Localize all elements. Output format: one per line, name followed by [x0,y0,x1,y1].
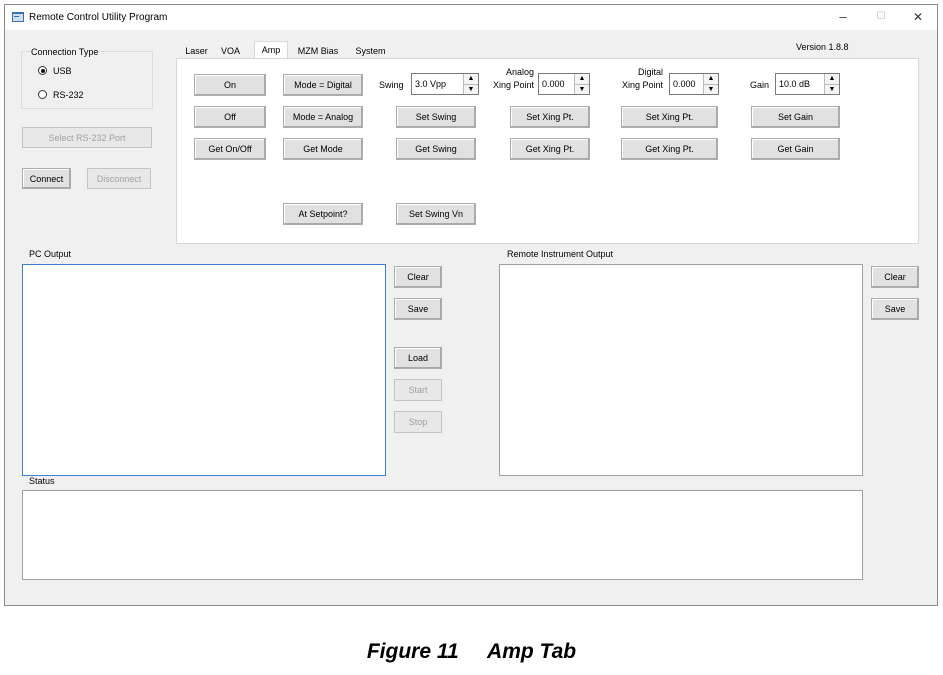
analog-set-xing-button[interactable]: Set Xing Pt. [510,106,590,128]
gain-value: 10.0 dB [779,79,811,89]
pc-clear-button[interactable]: Clear [394,266,442,288]
set-swing-vn-button[interactable]: Set Swing Vn [396,203,476,225]
analog-xing-point-label: Xing Point [493,80,535,90]
digital-label: Digital [638,67,664,77]
window-title: Remote Control Utility Program [29,12,168,23]
digital-xing-spinbox[interactable]: 0.000 ▲ ▼ [669,73,719,95]
spin-up-icon[interactable]: ▲ [575,74,589,85]
spin-down-icon[interactable]: ▼ [704,84,718,94]
analog-xing-value: 0.000 [542,79,565,89]
tab-laser[interactable]: Laser [180,43,213,59]
spin-up-icon[interactable]: ▲ [704,74,718,85]
set-gain-button[interactable]: Set Gain [751,106,840,128]
tab-voa[interactable]: VOA [216,43,245,59]
analog-get-xing-button[interactable]: Get Xing Pt. [510,138,590,160]
mode-analog-button[interactable]: Mode = Analog [283,106,363,128]
figure-caption: Figure 11 Amp Tab [366,640,577,663]
status-textarea [22,490,863,580]
minimize-button[interactable]: – [829,8,857,26]
digital-xing-point-label: Xing Point [622,80,664,90]
disconnect-button[interactable]: Disconnect [87,168,151,189]
digital-get-xing-button[interactable]: Get Xing Pt. [621,138,718,160]
usb-radio[interactable] [38,66,47,75]
spin-up-icon[interactable]: ▲ [825,74,839,85]
connection-type-group [21,51,153,109]
analog-spin-arrows[interactable]: ▲ ▼ [574,74,589,94]
spin-down-icon[interactable]: ▼ [464,84,478,94]
maximize-button[interactable]: ☐ [867,8,895,26]
gain-label: Gain [750,80,770,90]
remote-output-label: Remote Instrument Output [507,249,614,259]
spin-down-icon[interactable]: ▼ [575,84,589,94]
app-icon [12,12,24,22]
tab-system[interactable]: System [350,43,391,59]
swing-label: Swing [379,80,404,90]
usb-label: USB [53,66,72,76]
on-button[interactable]: On [194,74,266,96]
remote-output-textarea[interactable] [499,264,863,476]
swing-spin-arrows[interactable]: ▲ ▼ [463,74,478,94]
version-label: Version 1.8.8 [796,42,849,52]
at-setpoint-button[interactable]: At Setpoint? [283,203,363,225]
pc-output-label: PC Output [29,249,72,259]
set-swing-button[interactable]: Set Swing [396,106,476,128]
get-on-off-button[interactable]: Get On/Off [194,138,266,160]
status-label: Status [29,476,55,486]
connect-button[interactable]: Connect [22,168,71,189]
pc-save-button[interactable]: Save [394,298,442,320]
connection-type-label: Connection Type [30,47,100,57]
gain-spinbox[interactable]: 10.0 dB ▲ ▼ [775,73,840,95]
get-swing-button[interactable]: Get Swing [396,138,476,160]
remote-save-button[interactable]: Save [871,298,919,320]
digital-xing-value: 0.000 [673,79,696,89]
select-rs232-port-button[interactable]: Select RS-232 Port [22,127,152,148]
title-bar: Remote Control Utility Program – ☐ ✕ [5,5,937,30]
swing-spinbox[interactable]: 3.0 Vpp ▲ ▼ [411,73,479,95]
load-button[interactable]: Load [394,347,442,369]
gain-spin-arrows[interactable]: ▲ ▼ [824,74,839,94]
stop-button[interactable]: Stop [394,411,442,433]
analog-label: Analog [506,67,535,77]
digital-set-xing-button[interactable]: Set Xing Pt. [621,106,718,128]
remote-clear-button[interactable]: Clear [871,266,919,288]
digital-spin-arrows[interactable]: ▲ ▼ [703,74,718,94]
analog-xing-spinbox[interactable]: 0.000 ▲ ▼ [538,73,590,95]
swing-value: 3.0 Vpp [415,79,447,89]
rs232-label: RS-232 [53,90,84,100]
mode-digital-button[interactable]: Mode = Digital [283,74,363,96]
tab-amp[interactable]: Amp [254,41,288,58]
get-gain-button[interactable]: Get Gain [751,138,840,160]
off-button[interactable]: Off [194,106,266,128]
rs232-radio[interactable] [38,90,47,99]
get-mode-button[interactable]: Get Mode [283,138,363,160]
close-button[interactable]: ✕ [904,8,932,26]
spin-up-icon[interactable]: ▲ [464,74,478,85]
start-button[interactable]: Start [394,379,442,401]
spin-down-icon[interactable]: ▼ [825,84,839,94]
pc-output-textarea[interactable] [22,264,386,476]
tab-mzm-bias[interactable]: MZM Bias [293,43,343,59]
app-window: Remote Control Utility Program – ☐ ✕ Con… [4,4,938,606]
